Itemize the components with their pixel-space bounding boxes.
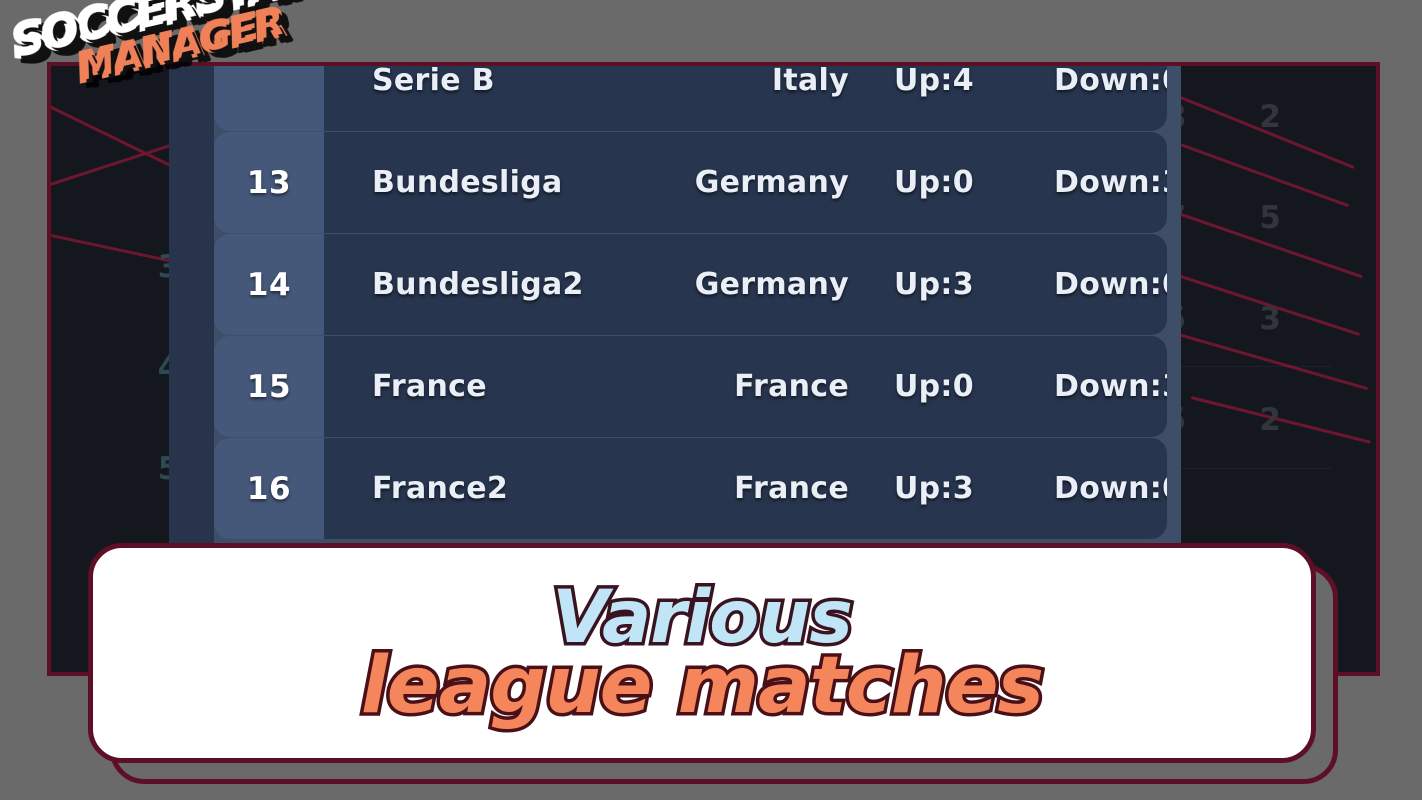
row-rank: 14 bbox=[246, 266, 292, 303]
table-row[interactable]: 16 France2 France Up:3 Down:0 bbox=[214, 438, 1167, 539]
row-relegations: Down:3 bbox=[1054, 369, 1167, 404]
caption-line-2: league matches bbox=[358, 640, 1048, 731]
row-rank: 16 bbox=[246, 470, 292, 507]
row-promotions: Up:0 bbox=[894, 369, 974, 404]
row-promotions: Up:4 bbox=[894, 66, 974, 98]
row-country: Germany bbox=[694, 267, 849, 302]
row-rank: 13 bbox=[246, 164, 292, 201]
table-row[interactable]: 13 Bundesliga Germany Up:0 Down:3 bbox=[214, 132, 1167, 233]
row-body: Serie B Italy Up:4 Down:0 bbox=[324, 66, 1167, 131]
background-stat-b: 2 bbox=[1259, 98, 1282, 135]
row-body: Bundesliga2 Germany Up:3 Down:0 bbox=[324, 234, 1167, 335]
background-stat-b: 2 bbox=[1259, 401, 1282, 438]
background-stat-b: 3 bbox=[1259, 300, 1282, 337]
table-row[interactable]: Serie B Italy Up:4 Down:0 bbox=[214, 66, 1167, 131]
row-league-name: Serie B bbox=[372, 66, 495, 98]
row-league-name: Bundesliga2 bbox=[372, 267, 584, 302]
row-rank: 15 bbox=[246, 368, 292, 405]
caption-card: Various league matches bbox=[88, 543, 1316, 763]
row-country: Italy bbox=[771, 66, 849, 98]
background-stat-b: 5 bbox=[1259, 199, 1282, 236]
row-country: France bbox=[734, 471, 849, 506]
row-country: Germany bbox=[694, 165, 849, 200]
table-row[interactable]: 14 Bundesliga2 Germany Up:3 Down:0 bbox=[214, 234, 1167, 335]
row-league-name: Bundesliga bbox=[372, 165, 563, 200]
row-league-name: France2 bbox=[372, 471, 509, 506]
row-country: France bbox=[734, 369, 849, 404]
row-league-name: France bbox=[372, 369, 487, 404]
league-rows-container: Serie B Italy Up:4 Down:0 13 Bundesliga … bbox=[169, 66, 1181, 540]
row-relegations: Down:0 bbox=[1054, 66, 1167, 98]
row-promotions: Up:0 bbox=[894, 165, 974, 200]
row-promotions: Up:3 bbox=[894, 267, 974, 302]
row-body: Bundesliga Germany Up:0 Down:3 bbox=[324, 132, 1167, 233]
row-body: France France Up:0 Down:3 bbox=[324, 336, 1167, 437]
table-row[interactable]: 15 France France Up:0 Down:3 bbox=[214, 336, 1167, 437]
row-relegations: Down:0 bbox=[1054, 267, 1167, 302]
row-body: France2 France Up:3 Down:0 bbox=[324, 438, 1167, 539]
screenshot-root: 3 4 5 28 2 27 5 25 3 25 2 bbox=[0, 0, 1422, 800]
row-promotions: Up:3 bbox=[894, 471, 974, 506]
row-relegations: Down:0 bbox=[1054, 471, 1167, 506]
row-relegations: Down:3 bbox=[1054, 165, 1167, 200]
